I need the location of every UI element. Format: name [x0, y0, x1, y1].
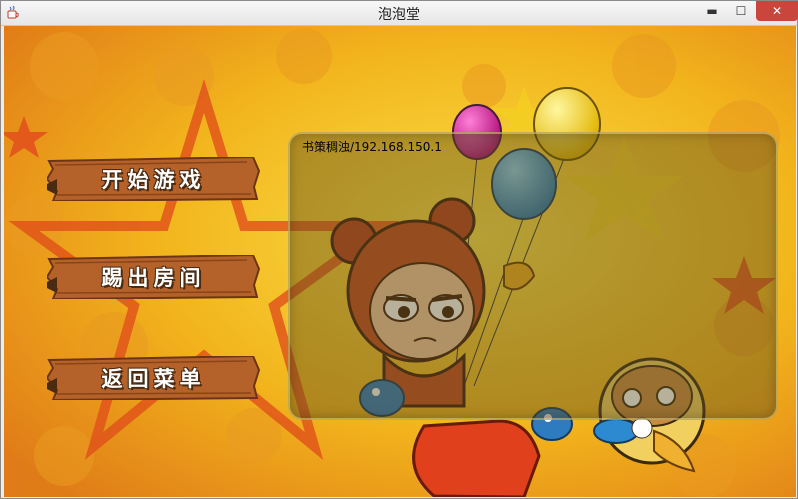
kick-out-button[interactable]: 踢出房间 [47, 255, 260, 299]
room-player-list[interactable]: 书策稠浊/192.168.150.1 [288, 132, 778, 420]
kick-out-label: 踢出房间 [101, 266, 206, 290]
back-to-menu-label: 返回菜单 [101, 367, 206, 391]
minimize-button[interactable]: ▬ [698, 1, 726, 21]
window-title: 泡泡堂 [378, 7, 420, 23]
start-game-button[interactable]: 开始游戏 [47, 157, 260, 201]
title-bar[interactable]: 泡泡堂 ▬ ☐ ✕ [1, 1, 798, 26]
maximize-icon: ☐ [735, 4, 747, 18]
player-list-item[interactable]: 书策稠浊/192.168.150.1 [302, 138, 442, 155]
close-icon: ✕ [771, 4, 783, 18]
minimize-icon: ▬ [706, 4, 718, 18]
maximize-button[interactable]: ☐ [727, 1, 755, 21]
game-window: 泡泡堂 ▬ ☐ ✕ 开始游戏 踢出房间 返回菜单 书策稠浊/192.168.15… [0, 0, 798, 499]
game-content: 开始游戏 踢出房间 返回菜单 书策稠浊/192.168.150.1 [4, 26, 796, 497]
back-to-menu-button[interactable]: 返回菜单 [47, 356, 260, 400]
start-game-label: 开始游戏 [101, 168, 206, 192]
close-button[interactable]: ✕ [756, 1, 798, 21]
